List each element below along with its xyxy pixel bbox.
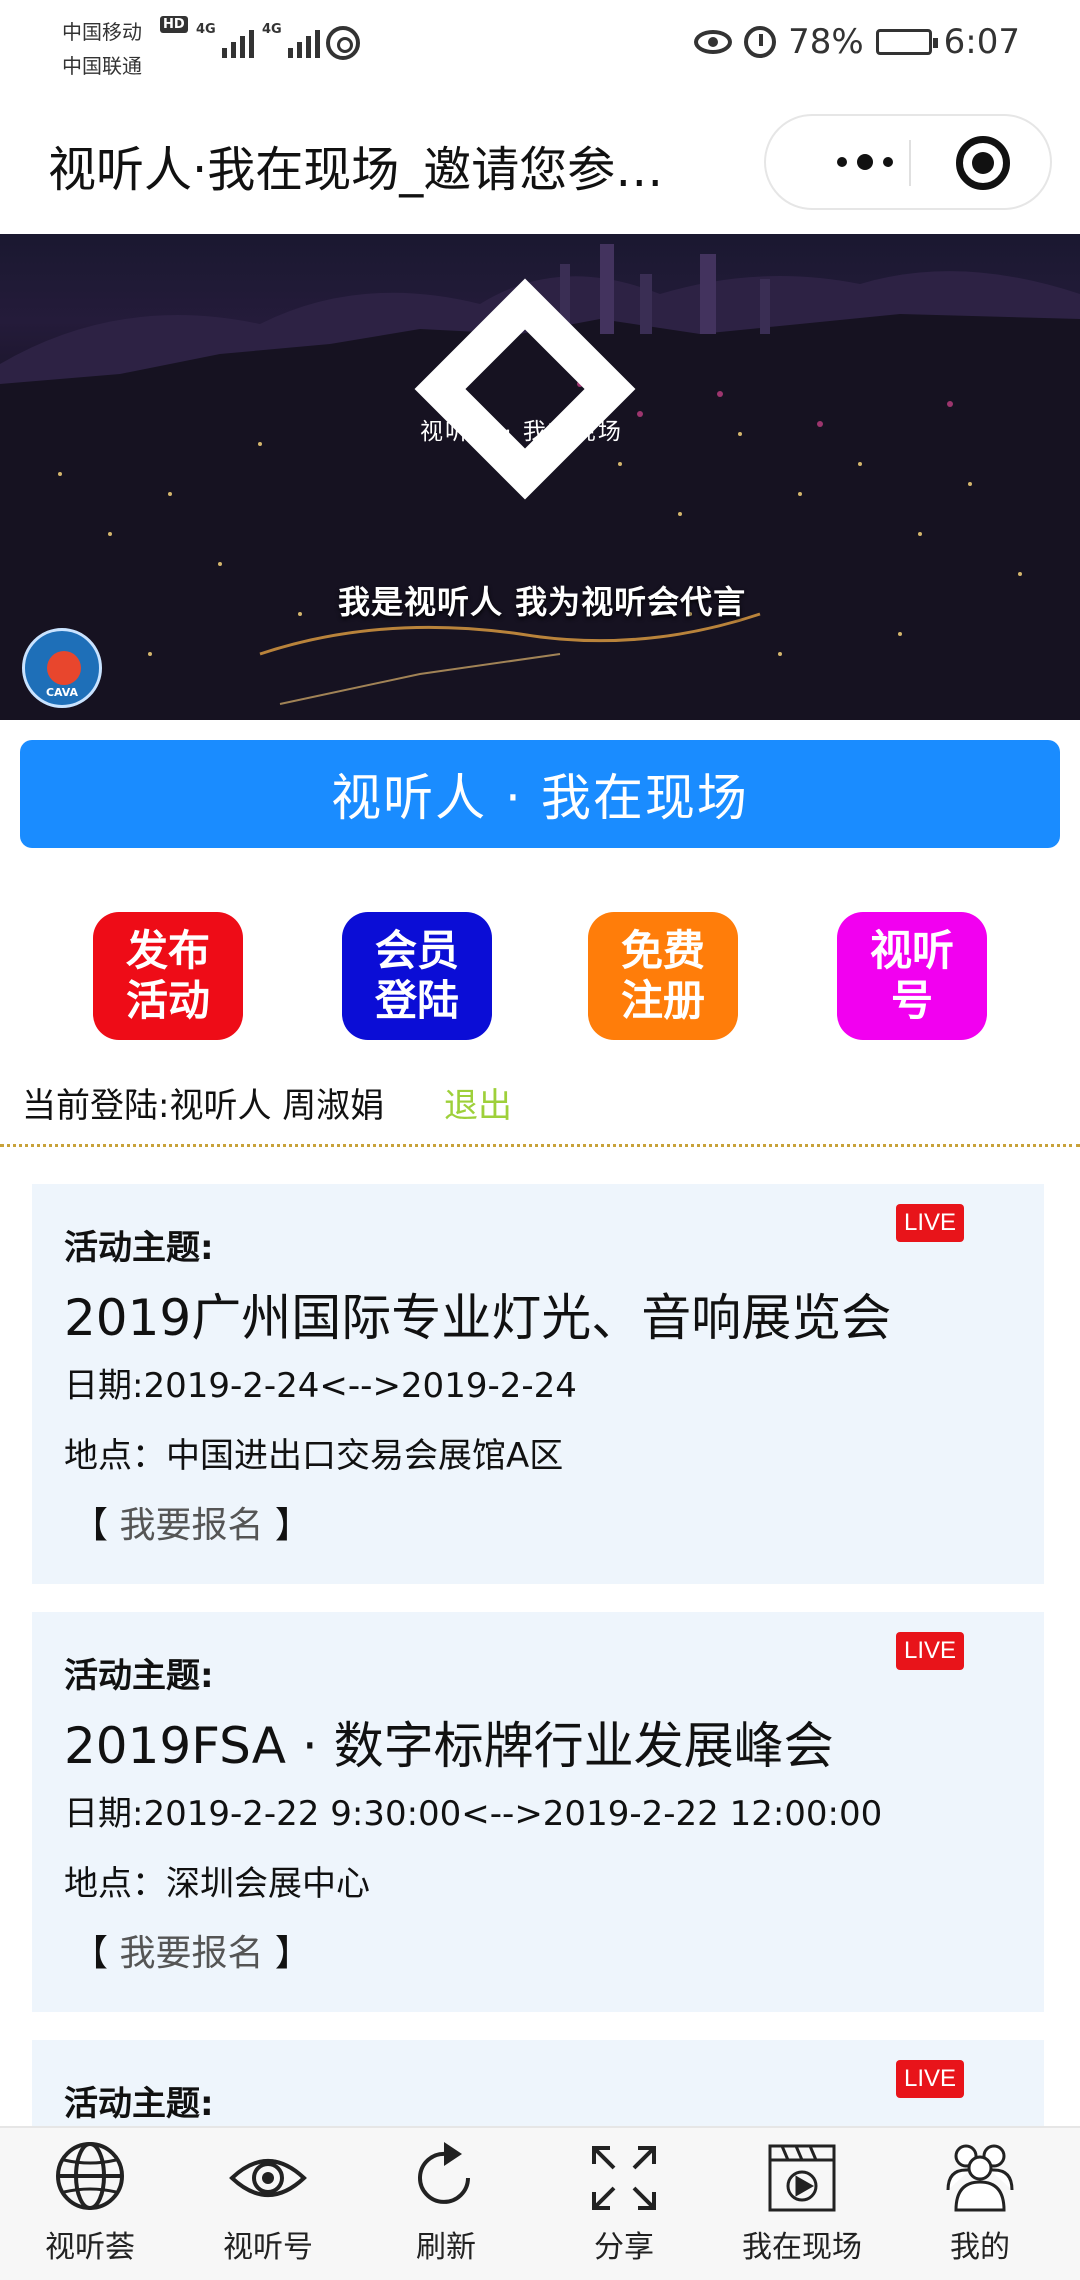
live-badge: LIVE: [896, 1204, 964, 1242]
hotspot-icon: [326, 26, 360, 60]
logout-link[interactable]: 退出: [444, 1078, 512, 1127]
tab-label: 视听荟: [45, 2230, 135, 2265]
eye-icon: [228, 2138, 308, 2218]
signal-2-icon: 4G: [262, 22, 320, 58]
bottom-tab-bar: 视听荟 视听号 刷新 分享 我在现场 我的: [0, 2126, 1080, 2280]
battery-percent: 78%: [788, 22, 864, 62]
publish-event-button[interactable]: 发布 活动: [93, 912, 243, 1040]
people-icon: [940, 2138, 1020, 2218]
free-register-button[interactable]: 免费 注册: [588, 912, 738, 1040]
nav-bar: 视听人·我在现场_邀请您参…: [0, 90, 1080, 234]
more-menu-button[interactable]: [810, 116, 920, 208]
clapperboard-icon: [762, 2138, 842, 2218]
banner-image[interactable]: 视听人 · 我在现场 我是视听人 我为视听会代言 CAVA: [0, 234, 1080, 720]
close-miniprogram-button[interactable]: [956, 136, 1010, 190]
signal-1-icon: 4G: [196, 22, 254, 58]
clock-time: 6:07: [943, 22, 1020, 62]
live-onsite-button[interactable]: 视听人 · 我在现场: [20, 740, 1060, 848]
carrier-2: 中国联通: [62, 54, 142, 78]
current-login-text: 当前登陆:视听人 周淑娟: [22, 1086, 385, 1126]
banner-logo-text: 视听人 · 我在现场: [420, 419, 623, 445]
tab-avhao[interactable]: 视听号: [178, 2138, 358, 2278]
tab-label: 我的: [950, 2230, 1010, 2265]
av-account-button[interactable]: 视听号: [837, 912, 987, 1040]
tab-refresh[interactable]: 刷新: [356, 2138, 536, 2278]
event-label: 活动主题:: [64, 2084, 214, 2124]
event-label: 活动主题:: [64, 1228, 214, 1268]
status-bar: 中国移动 中国联通 HD 4G 4G 78% 6:07: [0, 0, 1080, 90]
event-date: 日期:2019-2-22 9:30:00<-->2019-2-22 12:00:…: [64, 1794, 883, 1834]
member-login-button[interactable]: 会员 登陆: [342, 912, 492, 1040]
event-place: 地点：深圳会展中心: [64, 1864, 370, 1904]
cava-logo-icon: CAVA: [22, 628, 102, 708]
miniprogram-capsule: [764, 114, 1052, 210]
event-place: 地点：中国进出口交易会展馆A区: [64, 1436, 564, 1476]
banner-slogan: 我是视听人 我为视听会代言: [338, 583, 747, 621]
event-date: 日期:2019-2-24<-->2019-2-24: [64, 1366, 577, 1406]
live-badge: LIVE: [896, 1632, 964, 1670]
tab-label: 我在现场: [742, 2230, 862, 2265]
event-label: 活动主题:: [64, 1656, 214, 1696]
event-card[interactable]: LIVE 活动主题: 2019广州国际专业灯光、音响展览会 日期:2019-2-…: [32, 1184, 1044, 1584]
tab-label: 分享: [594, 2230, 654, 2265]
tab-mine[interactable]: 我的: [890, 2138, 1070, 2278]
share-arrows-icon: [584, 2138, 664, 2218]
capsule-divider: [909, 140, 911, 186]
event-title: 2019FSA · 数字标牌行业发展峰会: [64, 1717, 834, 1775]
tab-label: 刷新: [416, 2230, 476, 2265]
page-title: 视听人·我在现场_邀请您参…: [48, 142, 664, 198]
status-right: 78% 6:07: [694, 22, 1020, 62]
tab-share[interactable]: 分享: [534, 2138, 714, 2278]
city-night-illustration: [0, 244, 1080, 720]
carrier-1: 中国移动: [62, 20, 142, 44]
alarm-icon: [744, 26, 777, 58]
signup-link[interactable]: 【 我要报名 】: [72, 1496, 311, 1548]
globe-icon: [50, 2138, 130, 2218]
tab-onsite[interactable]: 我在现场: [712, 2138, 892, 2278]
refresh-icon: [406, 2138, 486, 2218]
dotted-divider: [0, 1144, 1080, 1147]
battery-icon: [875, 29, 938, 55]
tab-label: 视听号: [223, 2230, 313, 2265]
tab-avhui[interactable]: 视听荟: [0, 2138, 180, 2278]
signup-link[interactable]: 【 我要报名 】: [72, 1924, 311, 1976]
event-title: 2019广州国际专业灯光、音响展览会: [64, 1289, 892, 1347]
event-card[interactable]: LIVE 活动主题: 2019FSA · 数字标牌行业发展峰会 日期:2019-…: [32, 1612, 1044, 2012]
eye-comfort-icon: [694, 30, 733, 54]
live-badge: LIVE: [896, 2060, 964, 2098]
hd-badge: HD: [160, 16, 188, 33]
